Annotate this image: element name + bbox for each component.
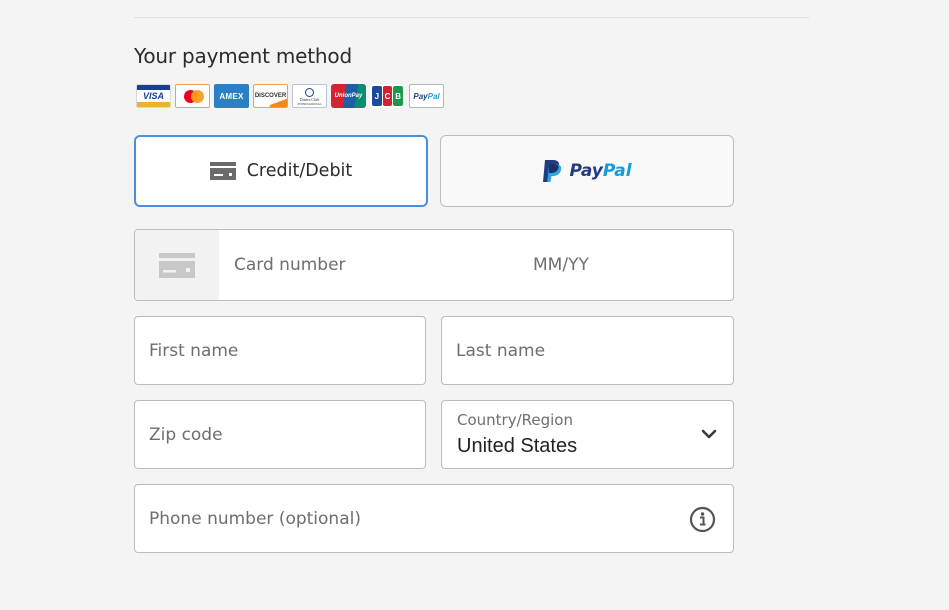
first-name-field	[134, 316, 426, 385]
jcb-logo-icon: J C B	[370, 84, 405, 108]
mastercard-logo-icon	[175, 84, 210, 108]
last-name-field	[441, 316, 734, 385]
chevron-down-icon	[701, 429, 717, 439]
country-region-select[interactable]: Country/Region United States	[441, 400, 734, 469]
discover-logo-icon: DISCOVER	[253, 84, 288, 108]
card-icon-box	[135, 230, 219, 300]
phone-input[interactable]	[135, 485, 733, 552]
card-number-wrapper	[219, 230, 533, 300]
paypal-button[interactable]: PayPal	[440, 135, 734, 207]
country-region-label: Country/Region	[457, 411, 573, 429]
card-number-input[interactable]	[219, 230, 533, 300]
expiry-wrapper	[533, 230, 733, 300]
credit-card-icon	[159, 252, 195, 278]
credit-card-icon	[209, 162, 236, 180]
paypal-wordmark: PayPal	[569, 161, 632, 181]
expiry-input[interactable]	[533, 230, 733, 300]
zip-code-field	[134, 400, 426, 469]
accepted-cards-logos: VISA AMEX DISCOVER Diners Club INTERNATI…	[136, 84, 444, 108]
country-region-value: United States	[457, 435, 578, 457]
credit-debit-label: Credit/Debit	[246, 161, 353, 181]
visa-logo-icon: VISA	[136, 84, 171, 108]
amex-logo-icon: AMEX	[214, 84, 249, 108]
section-divider	[134, 17, 809, 18]
paypal-p-icon	[543, 160, 562, 182]
card-details-field	[134, 229, 734, 301]
info-icon[interactable]	[689, 506, 716, 533]
first-name-input[interactable]	[135, 317, 425, 384]
phone-field	[134, 484, 734, 553]
unionpay-logo-icon: UnionPay	[331, 84, 366, 108]
last-name-input[interactable]	[442, 317, 733, 384]
diners-club-logo-icon: Diners Club INTERNATIONAL	[292, 84, 327, 108]
section-title: Your payment method	[134, 44, 352, 68]
paypal-logo-icon: Pay Pal	[409, 84, 444, 108]
zip-code-input[interactable]	[135, 401, 425, 468]
credit-debit-button[interactable]: Credit/Debit	[134, 135, 428, 207]
